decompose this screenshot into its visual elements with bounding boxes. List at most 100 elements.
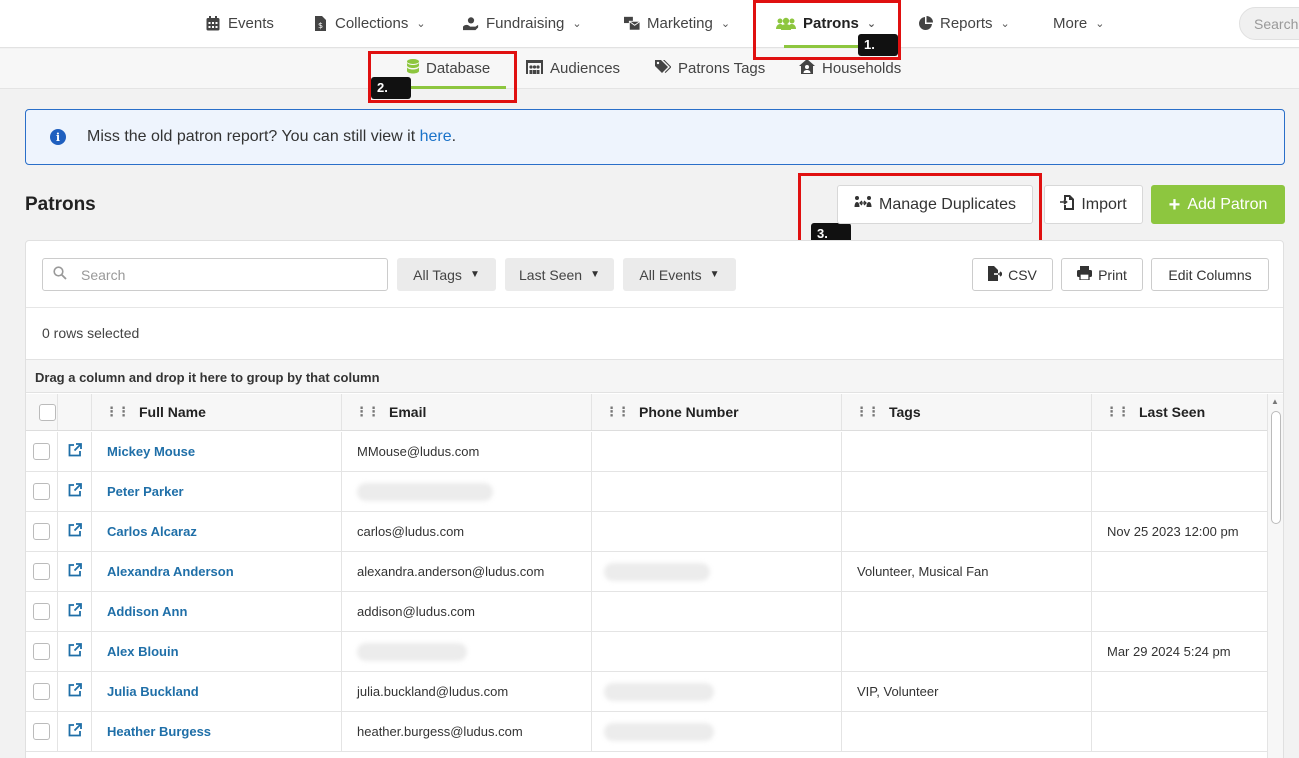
full-name-cell[interactable]: Heather Burgess: [92, 712, 342, 751]
select-all-checkbox-cell[interactable]: [26, 394, 58, 430]
patron-name-link[interactable]: Alexandra Anderson: [107, 564, 234, 579]
add-patron-button[interactable]: + Add Patron: [1151, 185, 1285, 224]
patron-name-link[interactable]: Mickey Mouse: [107, 444, 195, 459]
full-name-cell[interactable]: Julia Buckland: [92, 672, 342, 711]
subnav-audiences[interactable]: Audiences: [526, 49, 620, 88]
open-patron-link[interactable]: [58, 672, 92, 711]
table-row[interactable]: Carlos Alcaraz carlos@ludus.com Nov 25 2…: [26, 512, 1267, 552]
nav-events[interactable]: Events: [205, 0, 274, 47]
column-header-last-seen[interactable]: ⋮⋮ Last Seen: [1092, 394, 1267, 430]
nav-reports[interactable]: Reports ⌄: [917, 0, 1010, 47]
full-name-cell[interactable]: Peter Parker: [92, 472, 342, 511]
print-button[interactable]: Print: [1061, 258, 1143, 291]
row-checkbox[interactable]: [33, 523, 50, 540]
manage-duplicates-label: Manage Duplicates: [879, 195, 1016, 213]
row-checkbox-cell[interactable]: [26, 712, 58, 751]
table-row[interactable]: Peter Parker: [26, 472, 1267, 512]
audiences-icon: [526, 59, 543, 78]
external-link-icon[interactable]: [68, 523, 82, 540]
all-events-dropdown[interactable]: All Events ▼: [623, 258, 736, 291]
table-row[interactable]: Alexandra Anderson alexandra.anderson@lu…: [26, 552, 1267, 592]
row-checkbox[interactable]: [33, 723, 50, 740]
group-by-drop-zone[interactable]: Drag a column and drop it here to group …: [26, 359, 1283, 393]
email-cell: julia.buckland@ludus.com: [342, 672, 592, 711]
external-link-icon[interactable]: [68, 683, 82, 700]
table-row[interactable]: Heather Burgess heather.burgess@ludus.co…: [26, 712, 1267, 752]
patron-name-link[interactable]: Carlos Alcaraz: [107, 524, 197, 539]
patron-name-link[interactable]: Peter Parker: [107, 484, 184, 499]
nav-fundraising[interactable]: Fundraising ⌄: [463, 0, 582, 47]
patron-name-link[interactable]: Julia Buckland: [107, 684, 199, 699]
plus-icon: +: [1168, 193, 1181, 216]
external-link-icon[interactable]: [68, 443, 82, 460]
open-patron-link[interactable]: [58, 552, 92, 591]
row-checkbox-cell[interactable]: [26, 632, 58, 671]
table-search-input[interactable]: Search: [42, 258, 388, 291]
row-checkbox[interactable]: [33, 683, 50, 700]
external-link-icon[interactable]: [68, 723, 82, 740]
subnav-patrons-tags[interactable]: Patrons Tags: [655, 49, 765, 88]
row-checkbox[interactable]: [33, 443, 50, 460]
full-name-cell[interactable]: Alex Blouin: [92, 632, 342, 671]
row-checkbox[interactable]: [33, 603, 50, 620]
external-link-icon[interactable]: [68, 603, 82, 620]
table-row[interactable]: Mickey Mouse MMouse@ludus.com: [26, 432, 1267, 472]
row-checkbox-cell[interactable]: [26, 592, 58, 631]
patron-name-link[interactable]: Heather Burgess: [107, 724, 211, 739]
open-patron-link[interactable]: [58, 512, 92, 551]
all-tags-dropdown[interactable]: All Tags ▼: [397, 258, 496, 291]
row-checkbox-cell[interactable]: [26, 432, 58, 471]
column-header-full-name[interactable]: ⋮⋮ Full Name: [92, 394, 342, 430]
open-patron-link[interactable]: [58, 632, 92, 671]
row-checkbox[interactable]: [33, 483, 50, 500]
full-name-cell[interactable]: Addison Ann: [92, 592, 342, 631]
edit-columns-button[interactable]: Edit Columns: [1151, 258, 1269, 291]
drag-handle-icon[interactable]: ⋮⋮: [855, 404, 880, 420]
drag-handle-icon[interactable]: ⋮⋮: [605, 404, 630, 420]
drag-handle-icon[interactable]: ⋮⋮: [355, 404, 380, 420]
last-seen-value: Nov 25 2023 12:00 pm: [1107, 524, 1239, 539]
import-button[interactable]: Import: [1044, 185, 1143, 224]
open-patron-link[interactable]: [58, 472, 92, 511]
last-seen-dropdown[interactable]: Last Seen ▼: [505, 258, 614, 291]
table-scrollbar[interactable]: ▲: [1267, 394, 1283, 758]
drag-handle-icon[interactable]: ⋮⋮: [1105, 404, 1130, 420]
select-all-checkbox[interactable]: [39, 403, 56, 421]
row-checkbox[interactable]: [33, 643, 50, 660]
row-checkbox[interactable]: [33, 563, 50, 580]
alert-link[interactable]: here: [420, 128, 452, 145]
full-name-cell[interactable]: Mickey Mouse: [92, 432, 342, 471]
phone-cell: [592, 592, 842, 631]
column-header-phone[interactable]: ⋮⋮ Phone Number: [592, 394, 842, 430]
open-patron-link[interactable]: [58, 432, 92, 471]
external-link-icon[interactable]: [68, 643, 82, 660]
column-header-email[interactable]: ⋮⋮ Email: [342, 394, 592, 430]
nav-collections-label: Collections: [335, 15, 409, 32]
global-search-input[interactable]: Search: [1239, 7, 1299, 40]
row-checkbox-cell[interactable]: [26, 672, 58, 711]
scroll-up-arrow-icon[interactable]: ▲: [1271, 397, 1279, 406]
row-checkbox-cell[interactable]: [26, 512, 58, 551]
patron-name-link[interactable]: Addison Ann: [107, 604, 187, 619]
csv-button[interactable]: CSV: [972, 258, 1053, 291]
open-patron-link[interactable]: [58, 592, 92, 631]
nav-marketing[interactable]: Marketing ⌄: [624, 0, 730, 47]
row-checkbox-cell[interactable]: [26, 472, 58, 511]
nav-collections[interactable]: $ Collections ⌄: [312, 0, 426, 47]
nav-more[interactable]: More ⌄: [1053, 0, 1104, 47]
table-row[interactable]: Julia Buckland julia.buckland@ludus.com …: [26, 672, 1267, 712]
full-name-cell[interactable]: Carlos Alcaraz: [92, 512, 342, 551]
manage-duplicates-button[interactable]: Manage Duplicates: [837, 185, 1033, 224]
table-row[interactable]: Addison Ann addison@ludus.com: [26, 592, 1267, 632]
external-link-icon[interactable]: [68, 483, 82, 500]
external-link-icon[interactable]: [68, 563, 82, 580]
subnav-database[interactable]: Database: [407, 49, 490, 88]
row-checkbox-cell[interactable]: [26, 552, 58, 591]
scrollbar-thumb[interactable]: [1271, 411, 1281, 524]
open-patron-link[interactable]: [58, 712, 92, 751]
table-row[interactable]: Alex Blouin Mar 29 2024 5:24 pm: [26, 632, 1267, 672]
patron-name-link[interactable]: Alex Blouin: [107, 644, 179, 659]
full-name-cell[interactable]: Alexandra Anderson: [92, 552, 342, 591]
column-header-tags[interactable]: ⋮⋮ Tags: [842, 394, 1092, 430]
drag-handle-icon[interactable]: ⋮⋮: [105, 404, 130, 420]
